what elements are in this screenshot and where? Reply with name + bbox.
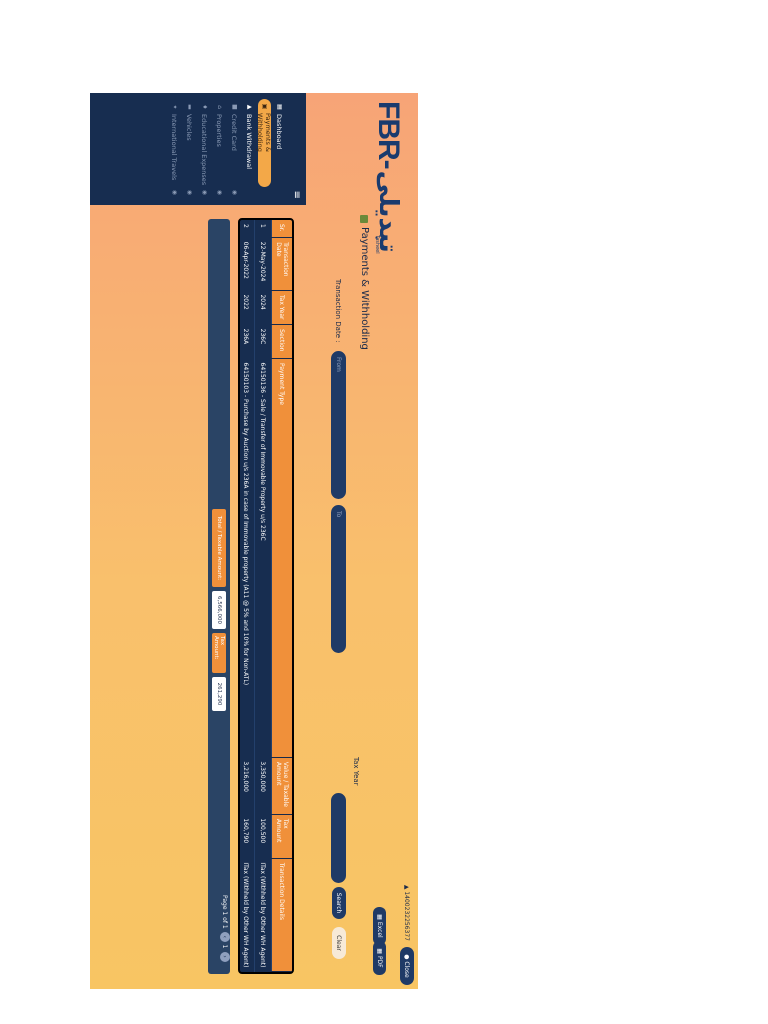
sidebar-item-credit-card[interactable]: ■ Credit Card ◉ [228, 99, 241, 199]
from-date-input[interactable]: From [331, 351, 346, 499]
total-amount-label: Total / Taxable Amount: [212, 509, 226, 587]
tax-year-label: Tax Year [352, 757, 360, 786]
grid-icon: ▦ [276, 104, 283, 110]
prev-page-icon[interactable]: ‹ [220, 931, 230, 942]
column-header[interactable]: Tax Year [271, 290, 292, 325]
card-icon: ■ [231, 104, 238, 110]
table-cell: 2 [238, 220, 255, 238]
table-cell: 22-May-2024 [254, 237, 272, 291]
to-date-input[interactable]: To [331, 505, 346, 653]
user-id: ▲ 1400232256377 [403, 885, 410, 941]
sidebar-item-vehicles[interactable]: ▬ Vehicles ◉ [183, 99, 196, 199]
sidebar-item-label: Credit Card [230, 114, 239, 151]
app-window: FBR- تبدیلی Tasheel ▲ 1400232256377 ● Cl… [90, 93, 418, 989]
logo-sub: Tasheel [374, 235, 380, 254]
sidebar-item-label: Bank Withdrawal [245, 114, 254, 170]
table-header-row: Sr. Transaction Date Tax Year Section Pa… [271, 220, 292, 972]
sidebar-item-label: Properties [215, 114, 224, 147]
column-header[interactable]: Sr. [271, 220, 292, 238]
tax-year-select[interactable] [331, 793, 346, 883]
table-cell: ITax (Withheld by Other WH Agent) [254, 858, 272, 972]
total-amount-value: 6,566,000 [212, 591, 226, 629]
table-cell: 100,500 [254, 814, 272, 859]
sidebar-item-educational-expenses[interactable]: ♦ Educational Expenses ◉ [198, 99, 211, 199]
fbr-logo: FBR- تبدیلی Tasheel [366, 101, 410, 321]
sidebar-item-properties[interactable]: ⌂ Properties ◉ [213, 99, 226, 199]
lock-icon: ◉ [201, 189, 208, 195]
tax-amount-label: Tax Amount: [212, 633, 226, 673]
table-cell: 236C [254, 324, 272, 359]
logo-text: FBR- [372, 101, 405, 169]
next-page-icon[interactable]: › [220, 951, 230, 962]
transaction-date-label: Transaction Date : [334, 279, 342, 343]
home-icon: ⌂ [216, 105, 223, 109]
column-header[interactable]: Tax Amount [271, 814, 292, 859]
table-cell: 64150103 - Purchase by Auction u/s 236A … [238, 358, 255, 758]
table-cell: ITax (Withheld by Other WH Agent) [238, 858, 255, 972]
bank-icon: ▲ [246, 104, 253, 110]
user-icon: ▲ [403, 884, 410, 890]
page-title-text: Payments & Withholding [359, 227, 370, 350]
sidebar-item-label: Educational Expenses [200, 114, 209, 186]
search-button[interactable]: Search [332, 887, 346, 919]
plane-icon: ✦ [171, 104, 178, 110]
sidebar-item-label: International Travels [170, 114, 179, 181]
column-header[interactable]: Section [271, 324, 292, 359]
user-id-text: 1400232256377 [403, 891, 410, 941]
transactions-table: Sr. Transaction Date Tax Year Section Pa… [238, 218, 294, 974]
clear-button[interactable]: Clear [332, 927, 346, 959]
table-row[interactable]: 2 06-Apr-2022 2022 236A 64150103 - Purch… [238, 220, 255, 972]
column-header[interactable]: Transaction Date [271, 237, 292, 291]
column-header[interactable]: Value / Taxable Amount [271, 757, 292, 815]
lock-icon: ◉ [171, 189, 178, 195]
lock-icon: ◉ [216, 189, 223, 195]
table-cell: 64150136 - Sale / Transfer of Immovable … [254, 358, 272, 758]
pdf-label: PDF [376, 955, 383, 968]
export-excel-button[interactable]: ▦ Excel [373, 907, 386, 945]
page-number: 1 [221, 944, 229, 949]
column-header[interactable]: Transaction Details [271, 858, 292, 972]
sidebar-item-label: Dashboard [275, 114, 284, 150]
sidebar: ≡ ▦ Dashboard ▣ Payments & Withholding ▲… [90, 93, 306, 205]
excel-icon: ▦ [376, 914, 383, 922]
table-cell: 160,790 [238, 814, 255, 859]
lock-icon: ◉ [186, 189, 193, 195]
table-cell: 2024 [254, 290, 272, 325]
sidebar-item-international-travels[interactable]: ✦ International Travels ◉ [168, 99, 181, 199]
hamburger-menu-icon[interactable]: ≡ [291, 191, 302, 199]
power-icon: ● [403, 954, 411, 962]
table-cell: 236A [238, 324, 255, 359]
excel-label: Excel [376, 921, 383, 938]
page-title: Payments & Withholding [359, 215, 370, 350]
sidebar-item-label: Vehicles [185, 114, 194, 141]
wallet-icon: ▣ [261, 103, 268, 110]
table-cell: 2022 [238, 290, 255, 325]
export-pdf-button[interactable]: ▦ PDF [373, 941, 386, 975]
table-cell: 3,350,000 [254, 757, 272, 815]
pagination: Page 1 of 1 ‹ 1 › [220, 895, 230, 962]
wallet-icon [360, 215, 369, 223]
table-cell: 3,216,000 [238, 757, 255, 815]
sidebar-item-label: Payments & Withholding [256, 113, 273, 152]
lock-icon: ◉ [231, 189, 238, 195]
close-label: Close [403, 961, 411, 978]
totals-bar: Total / Taxable Amount: 6,566,000 Tax Am… [208, 219, 230, 974]
table-cell: 06-Apr-2022 [238, 237, 255, 291]
close-button[interactable]: ● Close [400, 947, 414, 985]
sidebar-item-payments[interactable]: ▣ Payments & Withholding [256, 99, 273, 187]
sidebar-item-dashboard[interactable]: ▦ Dashboard [273, 99, 286, 199]
pdf-icon: ▦ [376, 948, 383, 956]
car-icon: ▬ [186, 104, 193, 110]
tax-amount-value: 261,290 [212, 677, 226, 711]
table-cell: 1 [254, 220, 272, 238]
book-icon: ♦ [201, 104, 208, 110]
sidebar-item-bank-withdrawal[interactable]: ▲ Bank Withdrawal [243, 99, 256, 199]
column-header[interactable]: Payment Type [271, 358, 292, 758]
table-row[interactable]: 1 22-May-2024 2024 236C 64150136 - Sale … [254, 220, 272, 972]
page-info-text: Page 1 of 1 [221, 895, 229, 929]
